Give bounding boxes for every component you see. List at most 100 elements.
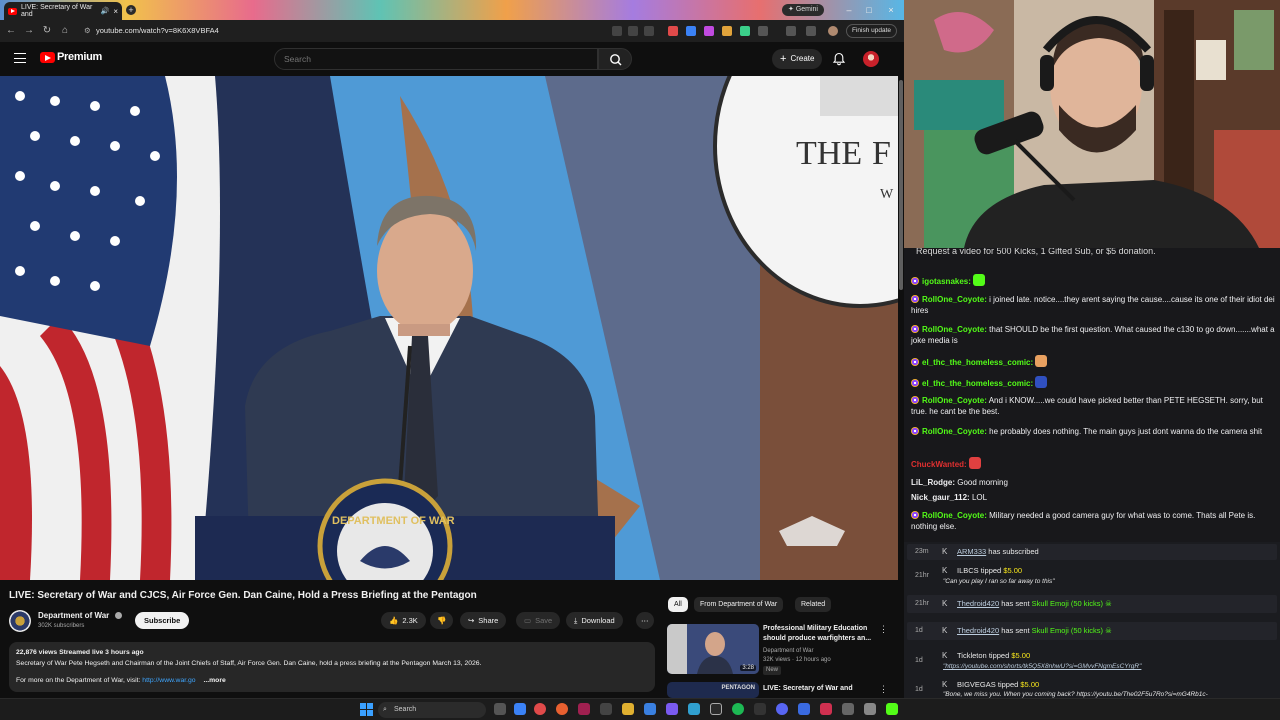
save-button[interactable]: ▭ Save: [516, 612, 561, 629]
page-scrollbar-thumb[interactable]: [899, 80, 903, 290]
like-button[interactable]: 👍 2.3K: [381, 612, 426, 629]
download-button[interactable]: ⤓ Download: [566, 612, 623, 629]
file-explorer-icon[interactable]: [622, 703, 634, 715]
chat-username[interactable]: Nick_gaur_112:: [911, 493, 970, 502]
chat-username[interactable]: RollOne_Coyote:: [922, 396, 987, 405]
site-info-icon[interactable]: ⚙: [84, 23, 91, 39]
dislike-button[interactable]: 👎: [430, 612, 454, 629]
chip-from-channel[interactable]: From Department of War: [694, 597, 784, 612]
back-icon[interactable]: ←: [4, 24, 18, 38]
recommendation-item[interactable]: 3:28 Professional Military Education sho…: [667, 624, 897, 675]
account-avatar[interactable]: [863, 51, 879, 67]
app-icon[interactable]: [556, 703, 568, 715]
gemini-button[interactable]: ✦ Gemini: [782, 4, 824, 16]
sidebar-icon[interactable]: [786, 26, 796, 36]
extension-icon[interactable]: [740, 26, 750, 36]
event-user[interactable]: ILBCS: [957, 566, 979, 575]
app-icon[interactable]: [600, 703, 612, 715]
chat-username[interactable]: el_thc_the_homeless_comic:: [922, 358, 1033, 367]
channel-avatar[interactable]: [9, 610, 31, 632]
forward-icon[interactable]: →: [22, 24, 36, 38]
description-box[interactable]: 22,876 views Streamed live 3 hours ago S…: [9, 642, 655, 692]
reload-icon[interactable]: ↻: [40, 24, 54, 38]
chat-username[interactable]: RollOne_Coyote:: [922, 325, 987, 334]
chat-username[interactable]: RollOne_Coyote:: [922, 295, 987, 304]
windows-start-icon[interactable]: [360, 703, 373, 716]
share-button[interactable]: ↪ Share: [460, 612, 507, 629]
app-icon[interactable]: [842, 703, 854, 715]
new-tab-button[interactable]: +: [126, 5, 136, 15]
event-user[interactable]: Tickleton: [957, 651, 987, 660]
chip-related[interactable]: Related: [795, 597, 832, 612]
zoom-icon[interactable]: [612, 26, 622, 36]
event-user[interactable]: Thedroid420: [957, 599, 999, 608]
event-user[interactable]: BIGVEGAS: [957, 680, 996, 689]
channel-name[interactable]: Department of War: [38, 611, 109, 620]
chat-username[interactable]: el_thc_the_homeless_comic:: [922, 379, 1033, 388]
recommendation-thumbnail[interactable]: 3:28: [667, 624, 759, 674]
chip-all[interactable]: All: [668, 597, 688, 612]
create-button[interactable]: + Create: [772, 49, 823, 69]
recommendation-title[interactable]: LIVE: Secretary of War and: [763, 684, 883, 694]
event-user[interactable]: ARM333: [957, 547, 986, 556]
app-icon[interactable]: [666, 703, 678, 715]
browser-tab-youtube[interactable]: LIVE: Secretary of War and 🔊 ×: [4, 2, 122, 20]
taskbar-search[interactable]: ⌕ Search: [378, 702, 486, 718]
subscribe-button[interactable]: Subscribe: [135, 612, 190, 629]
chat-username[interactable]: LiL_Rodge:: [911, 478, 955, 487]
app-icon[interactable]: [578, 703, 590, 715]
recommendation-thumbnail[interactable]: PENTAGON: [667, 682, 759, 698]
downloads-icon[interactable]: [806, 26, 816, 36]
url-field[interactable]: ⚙ youtube.com/watch?v=8K6X8VBFA4: [80, 23, 610, 39]
discord-icon[interactable]: [776, 703, 788, 715]
extension-icon[interactable]: [686, 26, 696, 36]
app-icon[interactable]: [688, 703, 700, 715]
close-window-icon[interactable]: ×: [884, 3, 898, 17]
app-icon[interactable]: [820, 703, 832, 715]
maximize-icon[interactable]: □: [862, 3, 876, 17]
youtube-logo-icon[interactable]: [40, 52, 55, 63]
search-input[interactable]: [274, 48, 598, 70]
spotify-icon[interactable]: [732, 703, 744, 715]
chat-username[interactable]: ChuckWanted:: [911, 460, 967, 469]
video-player[interactable]: THE F W DEPARTMENT OF WAR: [0, 76, 898, 580]
extensions-puzzle-icon[interactable]: [758, 26, 768, 36]
search-button[interactable]: [598, 48, 632, 70]
app-icon[interactable]: [514, 703, 526, 715]
tab-audio-icon[interactable]: 🔊: [101, 7, 110, 15]
recommendation-channel[interactable]: Department of War: [763, 647, 813, 656]
extension-icon[interactable]: [722, 26, 732, 36]
description-link[interactable]: http://www.war.go: [142, 677, 195, 684]
app-icon[interactable]: [798, 703, 810, 715]
youtube-brand[interactable]: Premium: [57, 51, 102, 63]
event-message[interactable]: "https://youtube.com/shorts/tk5Q5X8nhwU?…: [943, 663, 1141, 670]
notifications-bell-icon[interactable]: [832, 52, 846, 66]
extension-icon[interactable]: [668, 26, 678, 36]
chat-username[interactable]: RollOne_Coyote:: [922, 427, 987, 436]
minimize-icon[interactable]: –: [842, 3, 856, 17]
chat-username[interactable]: RollOne_Coyote:: [922, 511, 987, 520]
task-view-icon[interactable]: [494, 703, 506, 715]
tab-close-icon[interactable]: ×: [113, 7, 118, 16]
recommendation-item[interactable]: PENTAGON LIVE: Secretary of War and ⋮: [667, 682, 897, 698]
extension-icon[interactable]: [704, 26, 714, 36]
install-icon[interactable]: [628, 26, 638, 36]
kick-app-icon[interactable]: [886, 703, 898, 715]
menu-icon[interactable]: [14, 53, 26, 63]
recommendation-title[interactable]: Professional Military Education should p…: [763, 624, 883, 644]
recommendation-menu-icon[interactable]: ⋮: [879, 624, 888, 635]
finish-update-button[interactable]: Finish update: [846, 24, 898, 38]
app-icon[interactable]: [644, 703, 656, 715]
recommendation-menu-icon[interactable]: ⋮: [879, 684, 888, 695]
app-icon[interactable]: [710, 703, 722, 715]
profile-avatar-icon[interactable]: [828, 26, 838, 36]
bookmark-star-icon[interactable]: [644, 26, 654, 36]
event-user[interactable]: Thedroid420: [957, 626, 999, 635]
chrome-icon[interactable]: [534, 703, 546, 715]
more-actions-button[interactable]: ⋯: [636, 612, 654, 629]
app-icon[interactable]: [864, 703, 876, 715]
app-icon[interactable]: [754, 703, 766, 715]
home-icon[interactable]: ⌂: [58, 24, 72, 38]
chat-username[interactable]: igotasnakes:: [922, 277, 971, 286]
show-more-link[interactable]: ...more: [203, 677, 225, 684]
